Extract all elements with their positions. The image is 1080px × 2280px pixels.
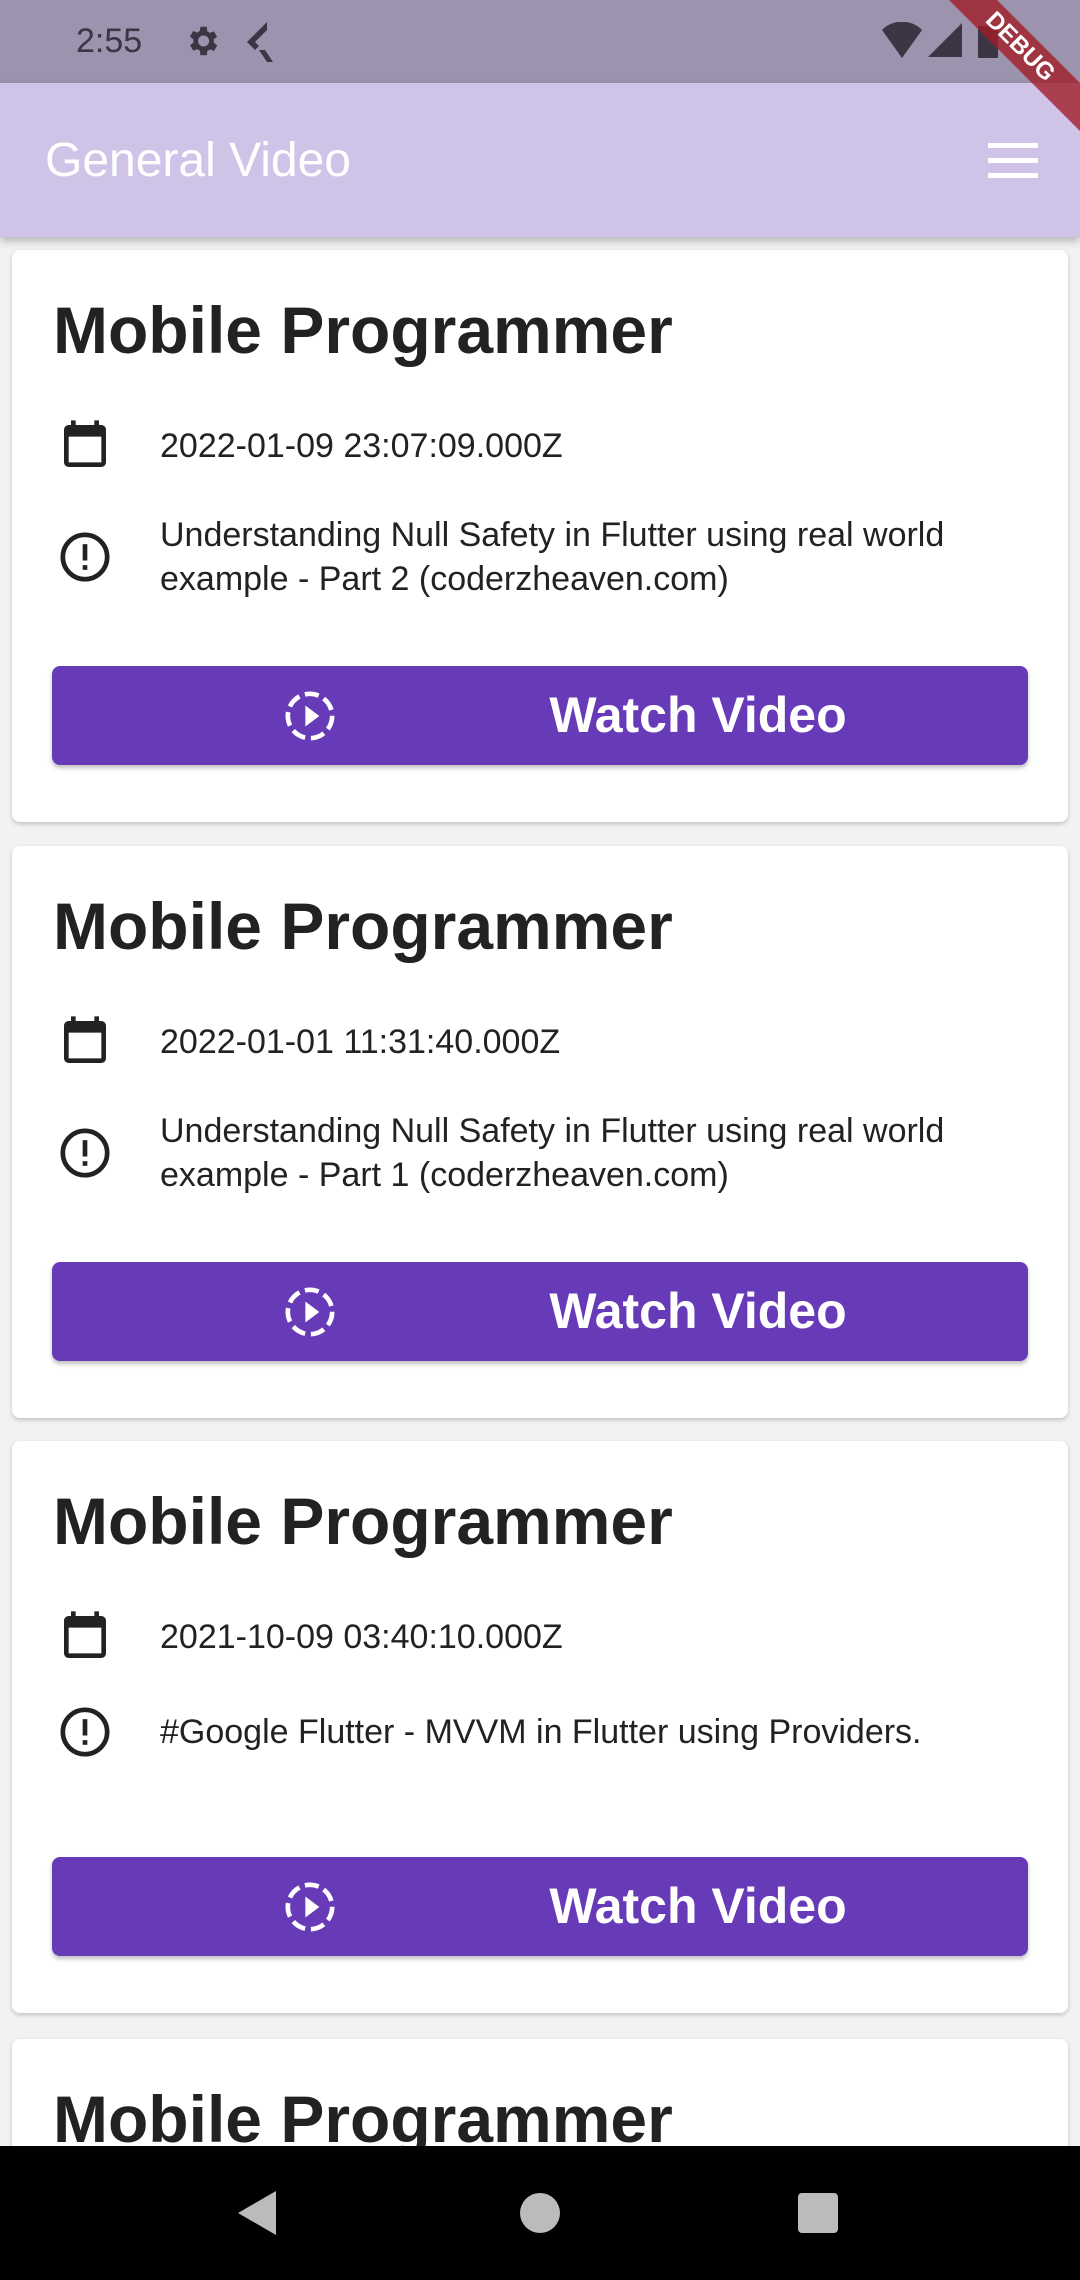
calendar-icon: [64, 1016, 106, 1063]
play-circle-icon: [285, 1287, 335, 1337]
system-nav-bar: [0, 2146, 1080, 2280]
home-icon[interactable]: [520, 2193, 560, 2233]
menu-icon[interactable]: [988, 143, 1038, 179]
watch-video-label: Watch Video: [549, 1283, 847, 1339]
play-circle-icon: [285, 691, 335, 741]
back-icon[interactable]: [238, 2191, 276, 2235]
info-icon: [60, 1707, 110, 1757]
app-bar: General Video: [0, 83, 1080, 237]
video-card: Mobile Programmer 2022-01-01 11:31:40.00…: [12, 846, 1068, 1418]
video-card: Mobile Programmer: [12, 2039, 1068, 2146]
info-icon: [60, 1128, 110, 1178]
video-card: Mobile Programmer 2022-01-09 23:07:09.00…: [12, 250, 1068, 822]
video-date: 2022-01-09 23:07:09.000Z: [160, 427, 563, 465]
watch-video-button[interactable]: Watch Video: [52, 666, 1028, 765]
wifi-icon: [882, 22, 922, 58]
flutter-icon: [247, 22, 273, 62]
card-title: Mobile Programmer: [53, 1484, 673, 1558]
video-date: 2021-10-09 03:40:10.000Z: [160, 1618, 563, 1656]
video-date: 2022-01-01 11:31:40.000Z: [160, 1023, 561, 1061]
watch-video-button[interactable]: Watch Video: [52, 1262, 1028, 1361]
description-row: #Google Flutter - MVVM in Flutter using …: [57, 1704, 980, 1760]
recents-icon[interactable]: [798, 2193, 838, 2233]
description-row: Understanding Null Safety in Flutter usi…: [57, 1109, 980, 1197]
calendar-icon: [64, 420, 106, 467]
date-row: 2022-01-09 23:07:09.000Z: [57, 418, 980, 474]
description-row: Understanding Null Safety in Flutter usi…: [57, 513, 980, 601]
date-row: 2022-01-01 11:31:40.000Z: [57, 1014, 980, 1070]
play-circle-icon: [285, 1882, 335, 1932]
calendar-icon: [64, 1611, 106, 1658]
status-bar: 2:55: [0, 0, 1080, 83]
watch-video-label: Watch Video: [549, 1878, 847, 1934]
settings-icon: [189, 26, 218, 56]
video-description: #Google Flutter - MVVM in Flutter using …: [160, 1713, 922, 1751]
card-title: Mobile Programmer: [53, 293, 673, 367]
video-description: Understanding Null Safety in Flutter usi…: [160, 516, 945, 598]
status-time: 2:55: [76, 22, 143, 60]
page-title: General Video: [45, 134, 351, 187]
watch-video-button[interactable]: Watch Video: [52, 1857, 1028, 1956]
watch-video-label: Watch Video: [549, 687, 847, 743]
card-title: Mobile Programmer: [53, 2082, 673, 2146]
video-list[interactable]: Mobile Programmer 2022-01-09 23:07:09.00…: [0, 237, 1080, 2146]
video-description: Understanding Null Safety in Flutter usi…: [160, 1112, 945, 1194]
card-title: Mobile Programmer: [53, 889, 673, 963]
signal-icon: [928, 23, 962, 57]
date-row: 2021-10-09 03:40:10.000Z: [57, 1609, 980, 1665]
video-card: Mobile Programmer 2021-10-09 03:40:10.00…: [12, 1441, 1068, 2013]
info-icon: [60, 532, 110, 582]
